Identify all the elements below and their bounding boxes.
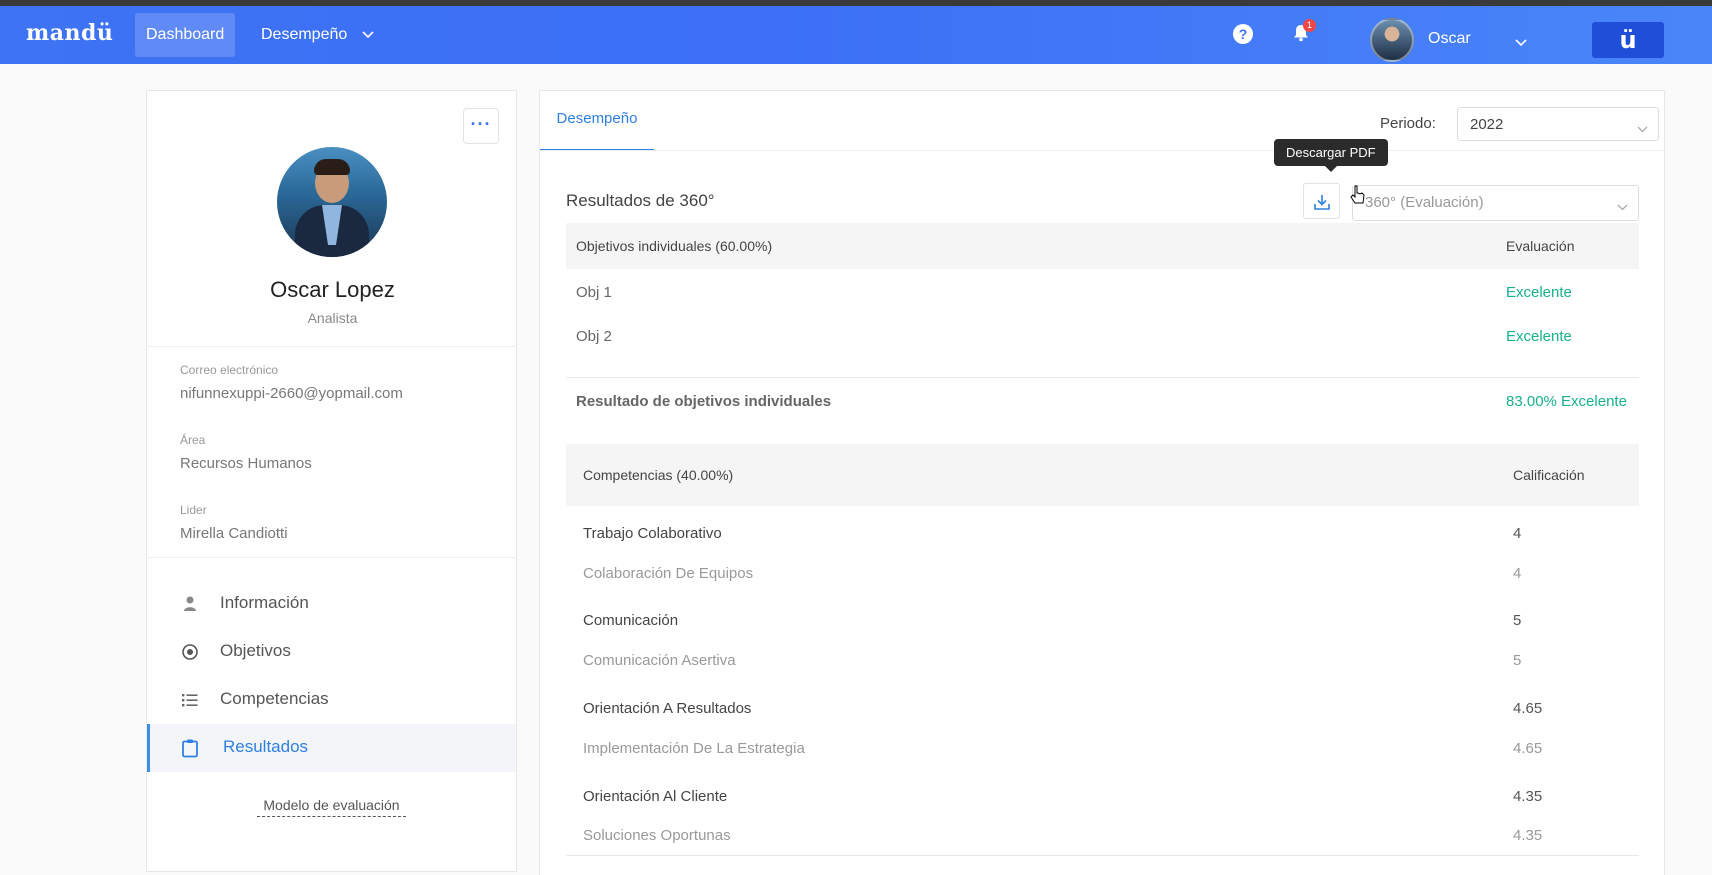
nav-desempeno-label: Desempeño bbox=[261, 26, 348, 44]
modelo-evaluacion-label: Modelo de evaluación bbox=[257, 797, 406, 817]
competency-score: 5 bbox=[1513, 612, 1522, 629]
divider bbox=[147, 557, 516, 558]
user-name[interactable]: Oscar bbox=[1428, 30, 1471, 48]
menu-item-label: Competencias bbox=[220, 689, 329, 708]
objective-evaluation: Excelente bbox=[1506, 284, 1572, 301]
evaluation-type-value: 360° (Evaluación) bbox=[1365, 194, 1484, 211]
objective-evaluation: Excelente bbox=[1506, 328, 1572, 345]
download-pdf-tooltip: Descargar PDF bbox=[1274, 139, 1388, 172]
menu-item-resultados[interactable]: Resultados bbox=[147, 724, 516, 772]
objective-name: Obj 2 bbox=[576, 328, 612, 345]
clipboard-icon bbox=[180, 738, 200, 758]
periodo-value: 2022 bbox=[1470, 116, 1504, 133]
user-menu-chevron-down-icon[interactable] bbox=[1515, 34, 1527, 52]
periodo-select[interactable]: 2022 bbox=[1457, 107, 1659, 141]
objectives-header-label: Objetivos individuales (60.00%) bbox=[576, 238, 773, 254]
app-logo-button[interactable]: ü bbox=[1592, 22, 1664, 58]
list-icon bbox=[180, 690, 200, 710]
email-label: Correo electrónico bbox=[180, 363, 279, 377]
modelo-evaluacion-link[interactable]: Modelo de evaluación bbox=[147, 797, 516, 817]
periodo-label: Periodo: bbox=[1380, 115, 1436, 132]
results-card: Desempeño Periodo: 2022 Resultados de 36… bbox=[539, 90, 1665, 875]
nav-dashboard-label: Dashboard bbox=[146, 26, 225, 43]
calificacion-header-label: Calificación bbox=[1513, 467, 1585, 483]
more-options-button[interactable]: ··· bbox=[463, 108, 499, 144]
nav-desempeno-dropdown[interactable]: Desempeño bbox=[250, 13, 385, 57]
sub-competency-score: 4.65 bbox=[1513, 740, 1543, 757]
objective-name: Obj 1 bbox=[576, 284, 612, 301]
profile-card: ··· Oscar Lopez Analista Correo electrón… bbox=[146, 90, 517, 872]
divider bbox=[147, 346, 516, 347]
competency-score: 4 bbox=[1513, 525, 1522, 542]
competencies-header-label: Competencias (40.00%) bbox=[583, 467, 734, 483]
leader-value: Mirella Candiotti bbox=[180, 525, 288, 542]
tab-desempeno[interactable]: Desempeño bbox=[540, 91, 654, 151]
user-avatar[interactable] bbox=[1370, 18, 1414, 62]
target-icon bbox=[180, 642, 200, 662]
competency-score: 4.35 bbox=[1513, 788, 1543, 805]
chevron-down-icon bbox=[1617, 198, 1628, 215]
menu-item-competencias[interactable]: Competencias bbox=[147, 676, 516, 724]
area-label: Área bbox=[180, 433, 206, 447]
notification-bell-icon[interactable]: 1 bbox=[1293, 19, 1316, 46]
menu-item-objetivos[interactable]: Objetivos bbox=[147, 628, 516, 676]
menu-item-informacion[interactable]: Información bbox=[147, 580, 516, 628]
sub-competency-name: Soluciones Oportunas bbox=[583, 827, 731, 844]
email-value: nifunnexuppi-2660@yopmail.com bbox=[180, 385, 403, 402]
notification-count-badge: 1 bbox=[1303, 19, 1316, 32]
evaluation-header-label: Evaluación bbox=[1506, 238, 1575, 254]
divider bbox=[566, 855, 1639, 856]
nav-dashboard[interactable]: Dashboard bbox=[135, 13, 236, 57]
leader-label: Lider bbox=[180, 503, 207, 517]
sub-competency-score: 5 bbox=[1513, 652, 1522, 669]
sub-competency-score: 4.35 bbox=[1513, 827, 1543, 844]
section-title: Resultados de 360° bbox=[566, 191, 715, 210]
profile-role: Analista bbox=[307, 310, 358, 326]
divider bbox=[566, 377, 1639, 378]
sub-competency-name: Comunicación Asertiva bbox=[583, 652, 736, 669]
profile-name: Oscar Lopez bbox=[270, 277, 395, 302]
competency-name: Orientación A Resultados bbox=[583, 700, 752, 717]
chevron-down-icon bbox=[362, 13, 374, 57]
evaluation-type-select[interactable]: 360° (Evaluación) bbox=[1352, 185, 1639, 221]
chevron-down-icon bbox=[1637, 120, 1648, 137]
profile-avatar bbox=[277, 147, 387, 257]
user-icon bbox=[180, 594, 200, 614]
competency-name: Trabajo Colaborativo bbox=[583, 525, 722, 542]
menu-item-label: Objetivos bbox=[220, 641, 291, 660]
competency-name: Orientación Al Cliente bbox=[583, 788, 728, 805]
competencies-table-header: Competencias (40.00%) Calificación bbox=[566, 444, 1639, 506]
brand-logo[interactable]: mandü bbox=[26, 20, 113, 46]
top-navbar: mandü Dashboard Desempeño ? 1 Oscar ü bbox=[0, 6, 1712, 64]
tabs-divider bbox=[540, 150, 1664, 151]
area-value: Recursos Humanos bbox=[180, 455, 312, 472]
sub-competency-score: 4 bbox=[1513, 565, 1522, 582]
objectives-result-value: 83.00% Excelente bbox=[1506, 393, 1627, 410]
sub-competency-name: Colaboración De Equipos bbox=[583, 565, 754, 582]
competency-score: 4.65 bbox=[1513, 700, 1543, 717]
download-pdf-button[interactable] bbox=[1303, 183, 1340, 219]
menu-item-label: Información bbox=[220, 593, 309, 612]
objectives-table-header: Objetivos individuales (60.00%) Evaluaci… bbox=[566, 223, 1639, 269]
download-icon bbox=[1314, 195, 1330, 210]
sub-competency-name: Implementación De La Estrategia bbox=[583, 740, 805, 757]
help-icon[interactable]: ? bbox=[1233, 24, 1253, 44]
menu-item-label: Resultados bbox=[223, 737, 309, 756]
objectives-result-label: Resultado de objetivos individuales bbox=[576, 393, 832, 410]
mouse-pointer-icon bbox=[1350, 185, 1366, 210]
competency-name: Comunicación bbox=[583, 612, 679, 629]
